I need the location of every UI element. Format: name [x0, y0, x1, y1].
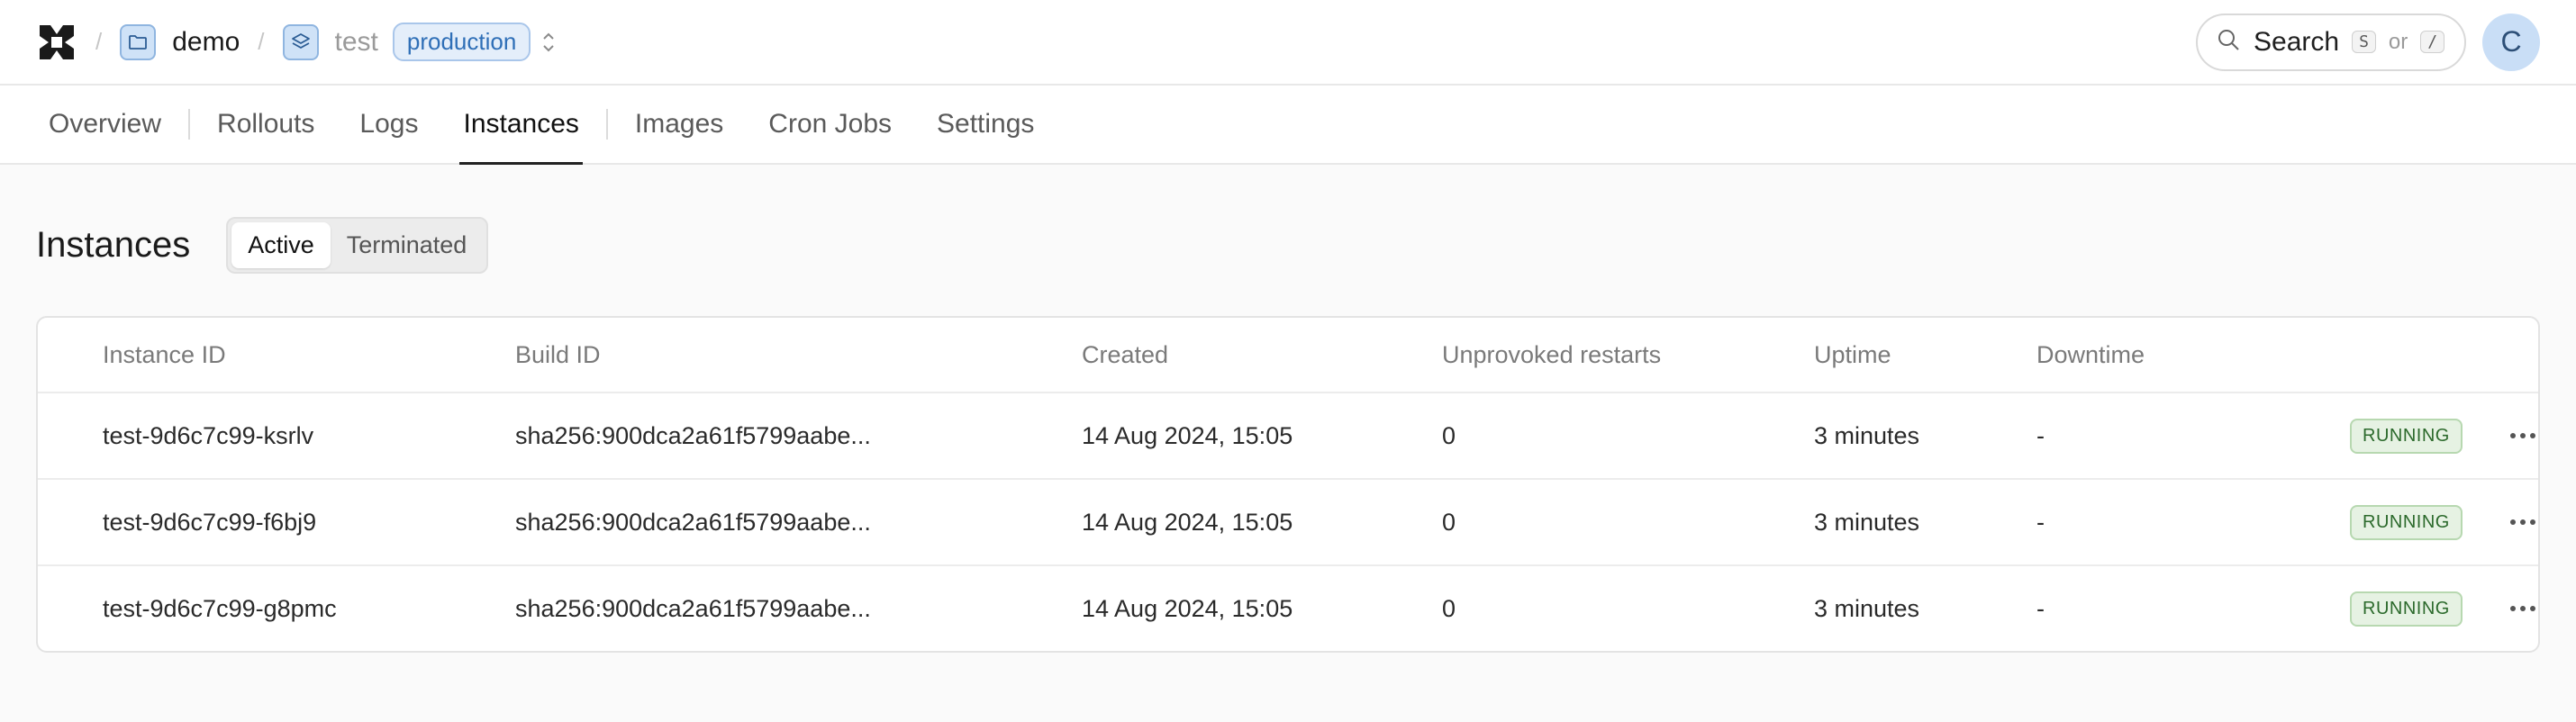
- breadcrumb-service-label: test: [334, 26, 378, 57]
- tab-bar: Overview Rollouts Logs Instances Images …: [0, 86, 2576, 165]
- table-row[interactable]: test-9d6c7c99-g8pmc sha256:900dca2a61f57…: [38, 564, 2538, 651]
- tab-instances[interactable]: Instances: [459, 86, 584, 165]
- column-header-instance-id: Instance ID: [103, 340, 226, 368]
- instance-id-cell: test-9d6c7c99-f6bj9: [103, 508, 317, 536]
- row-actions-icon[interactable]: [2510, 433, 2535, 438]
- search-label: Search: [2254, 26, 2340, 57]
- tab-divider: [605, 109, 608, 140]
- breadcrumb-separator: /: [95, 28, 103, 55]
- column-header-downtime: Downtime: [2036, 340, 2145, 368]
- created-cell: 14 Aug 2024, 15:05: [1082, 508, 1293, 536]
- app-logo-icon[interactable]: [36, 22, 77, 63]
- layers-icon: [282, 23, 319, 60]
- shortcut-or-label: or: [2388, 29, 2408, 54]
- status-badge: RUNNING: [2350, 418, 2463, 454]
- uptime-cell: 3 minutes: [1814, 508, 1920, 536]
- folder-icon: [120, 23, 157, 60]
- downtime-cell: -: [2036, 508, 2045, 536]
- row-actions-icon[interactable]: [2510, 519, 2535, 525]
- table-header-row: Instance ID Build ID Created Unprovoked …: [38, 318, 2538, 392]
- uptime-cell: 3 minutes: [1814, 594, 1920, 622]
- downtime-cell: -: [2036, 594, 2045, 622]
- breadcrumb-project-label: demo: [172, 26, 240, 57]
- filter-terminated-button[interactable]: Terminated: [331, 222, 484, 268]
- main-content: Instances Active Terminated Instance ID …: [0, 165, 2576, 653]
- column-header-created: Created: [1082, 340, 1169, 368]
- environment-badge[interactable]: production: [392, 23, 531, 61]
- status-badge: RUNNING: [2350, 591, 2463, 627]
- tab-divider: [188, 109, 191, 140]
- tab-cron-jobs[interactable]: Cron Jobs: [768, 86, 892, 163]
- table-row[interactable]: test-9d6c7c99-f6bj9 sha256:900dca2a61f57…: [38, 478, 2538, 564]
- build-id-cell: sha256:900dca2a61f5799aabe...: [515, 421, 871, 449]
- instances-table: Instance ID Build ID Created Unprovoked …: [36, 316, 2540, 653]
- breadcrumb-service[interactable]: test: [282, 23, 378, 60]
- created-cell: 14 Aug 2024, 15:05: [1082, 421, 1293, 449]
- column-header-build-id: Build ID: [515, 340, 601, 368]
- top-bar: / demo / test production Search S or / C: [0, 0, 2576, 86]
- search-icon: [2216, 27, 2241, 57]
- environment-switcher-icon[interactable]: [540, 30, 558, 55]
- table-row[interactable]: test-9d6c7c99-ksrlv sha256:900dca2a61f57…: [38, 392, 2538, 478]
- shortcut-key-slash: /: [2420, 31, 2445, 53]
- created-cell: 14 Aug 2024, 15:05: [1082, 594, 1293, 622]
- restarts-cell: 0: [1442, 421, 1456, 449]
- instance-id-cell: test-9d6c7c99-g8pmc: [103, 594, 337, 622]
- search-button[interactable]: Search S or /: [2196, 13, 2466, 71]
- page-title: Instances: [36, 224, 191, 265]
- user-avatar[interactable]: C: [2482, 13, 2540, 71]
- breadcrumb-project[interactable]: demo: [120, 23, 240, 60]
- downtime-cell: -: [2036, 421, 2045, 449]
- filter-active-button[interactable]: Active: [231, 221, 331, 268]
- instance-filter-toggle: Active Terminated: [226, 216, 489, 274]
- restarts-cell: 0: [1442, 508, 1456, 536]
- uptime-cell: 3 minutes: [1814, 421, 1920, 449]
- tab-settings[interactable]: Settings: [937, 86, 1034, 163]
- restarts-cell: 0: [1442, 594, 1456, 622]
- tab-images[interactable]: Images: [635, 86, 723, 163]
- column-header-restarts: Unprovoked restarts: [1442, 340, 1662, 368]
- tab-rollouts[interactable]: Rollouts: [217, 86, 314, 163]
- breadcrumb-separator: /: [258, 28, 265, 55]
- status-badge: RUNNING: [2350, 504, 2463, 540]
- instance-id-cell: test-9d6c7c99-ksrlv: [103, 421, 314, 449]
- shortcut-key-s: S: [2352, 31, 2376, 53]
- column-header-uptime: Uptime: [1814, 340, 1891, 368]
- build-id-cell: sha256:900dca2a61f5799aabe...: [515, 508, 871, 536]
- tab-overview[interactable]: Overview: [49, 86, 161, 163]
- tab-logs[interactable]: Logs: [359, 86, 418, 163]
- row-actions-icon[interactable]: [2510, 606, 2535, 611]
- build-id-cell: sha256:900dca2a61f5799aabe...: [515, 594, 871, 622]
